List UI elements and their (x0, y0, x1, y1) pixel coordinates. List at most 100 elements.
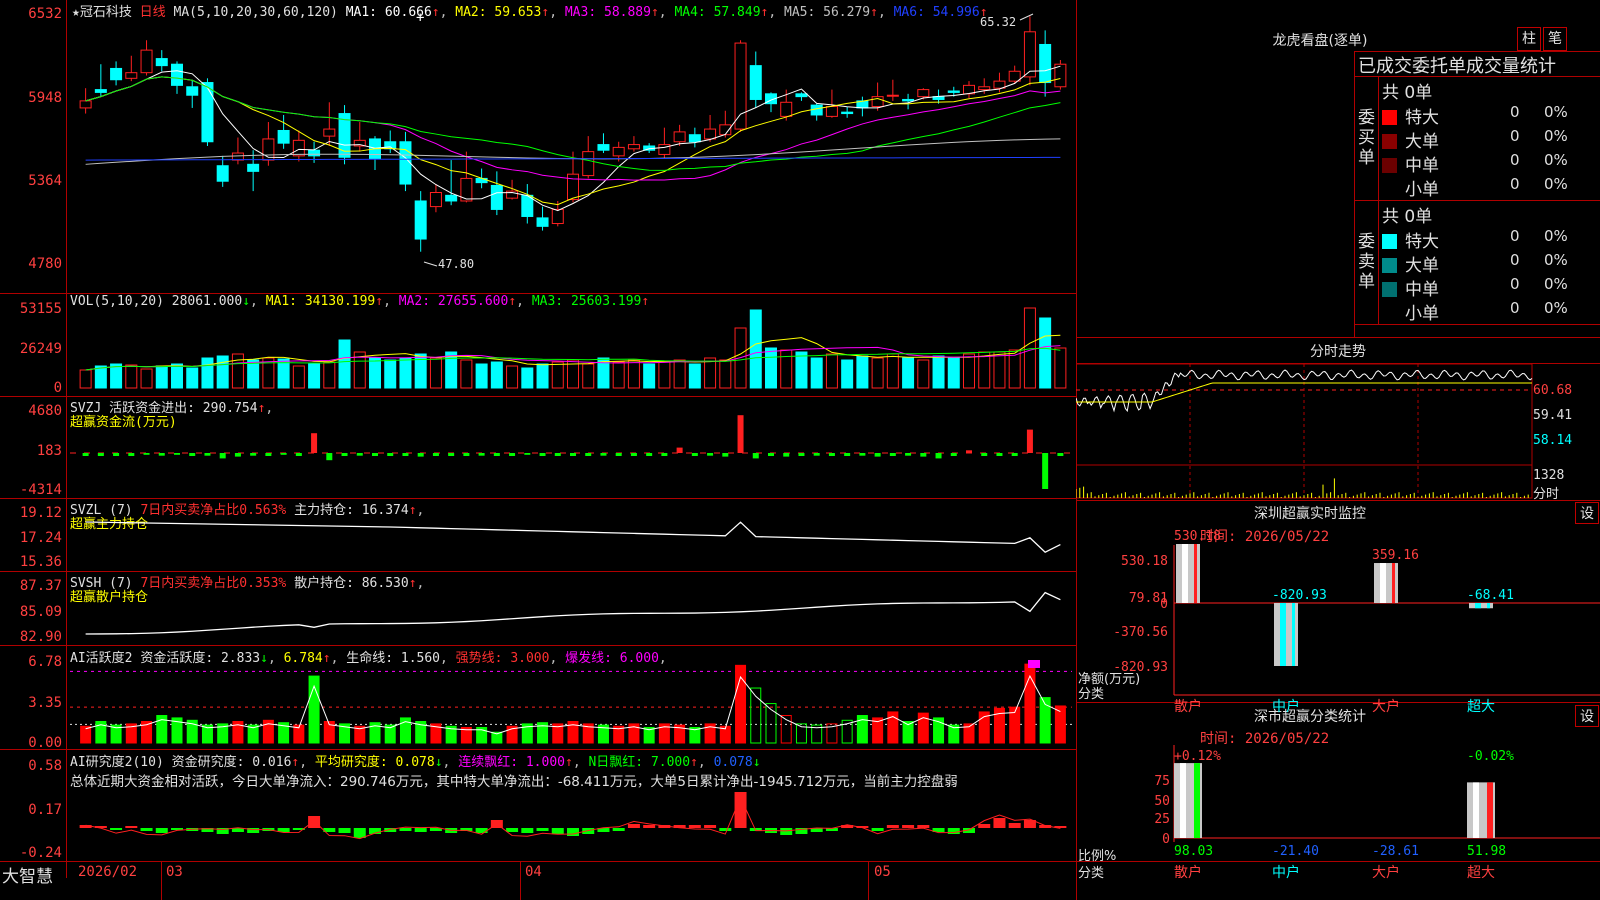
svzj-bar (174, 453, 180, 455)
svzj-bar (585, 453, 592, 456)
volume-bar (765, 347, 777, 389)
volume-bar (536, 363, 549, 389)
volume-bar (171, 363, 183, 389)
research-bar (506, 828, 519, 832)
brand-label: 大智慧 (2, 867, 53, 887)
svsh-line (85, 591, 1061, 635)
volume-bar (917, 359, 930, 389)
svzj-bar (600, 453, 607, 456)
volume-bar (673, 359, 686, 389)
volume-bar (247, 359, 260, 389)
research-bar (110, 828, 123, 830)
candle-body (155, 58, 168, 67)
volume-bar (277, 358, 290, 389)
candle-body (429, 192, 442, 208)
candle-body (1008, 70, 1021, 82)
svzj-bar (920, 453, 927, 457)
monitor-ytick: -820.93 (1113, 660, 1168, 675)
volume-bar (886, 353, 899, 389)
classify-category: 超大 (1467, 865, 1495, 881)
max-arrow (1019, 13, 1034, 21)
volume-bar (947, 357, 960, 389)
research-bar (688, 825, 701, 828)
volume-bar (993, 351, 1006, 389)
svzl-line (85, 521, 1061, 553)
classify-ytick: 75 (1154, 774, 1170, 789)
volume-bar (292, 365, 305, 389)
monitor-ytick: -370.56 (1113, 625, 1168, 640)
svzj-bar (250, 453, 257, 456)
volume-bar (323, 361, 336, 389)
svzj-bar (234, 453, 241, 457)
svzj-bar (950, 453, 957, 456)
monitor-bar-highlight (1280, 603, 1286, 666)
research-bar (567, 828, 579, 836)
svzj-bar (554, 453, 561, 456)
svzj-bar (935, 453, 942, 459)
svzj-bar (752, 453, 759, 459)
volume-bar (399, 357, 412, 389)
research-bar (353, 828, 366, 838)
svzj-bar (265, 453, 272, 456)
monitor-category: 大户 (1372, 698, 1400, 715)
svzj-bar (204, 453, 211, 456)
svzj-bar (615, 453, 622, 456)
volume-bar (79, 369, 92, 389)
research-bar (308, 816, 321, 828)
volume-bar (384, 359, 397, 389)
candle-body (414, 200, 427, 240)
volume-bar (643, 363, 656, 389)
candle-body (399, 141, 412, 185)
burst-marker (1028, 660, 1040, 668)
svzj-bar (113, 453, 120, 456)
candle-body (917, 89, 930, 98)
volume-bar (810, 357, 823, 389)
candle-body (551, 208, 564, 225)
volume-bar (719, 359, 732, 389)
monitor-bar-edge (1194, 544, 1197, 603)
svzj-bar (356, 453, 363, 456)
candle-body (749, 65, 762, 100)
svzj-bar (509, 453, 516, 456)
svzj-bar (432, 453, 439, 456)
classify-category: 散户 (1174, 864, 1202, 881)
volume-bar (780, 349, 793, 389)
candle-body (1039, 43, 1052, 84)
candle-body (536, 217, 549, 227)
research-bar (551, 828, 564, 834)
monitor-category: 中户 (1272, 698, 1300, 715)
volume-bar (871, 357, 884, 389)
date-label-may: 05 (874, 864, 891, 880)
research-bar (917, 825, 930, 828)
volume-bar (338, 339, 351, 389)
volume-bar (155, 365, 168, 389)
classify-value-label: -21.40 (1272, 844, 1319, 859)
date-label-mar: 03 (166, 864, 183, 880)
research-bar (704, 825, 717, 828)
classify-bar-edge (1194, 763, 1200, 838)
svzj-bar (219, 453, 226, 459)
volume-bar (795, 351, 808, 389)
volume-bar (841, 359, 854, 389)
classify-change-label: +0.12% (1174, 749, 1221, 764)
research-bar (902, 825, 915, 828)
research-bar (521, 828, 534, 833)
candle-body (825, 106, 838, 117)
research-bar (978, 824, 991, 828)
classify-bar-edge (1487, 782, 1493, 838)
svzj-bar (707, 453, 714, 456)
volume-bar (186, 367, 199, 389)
candle-body (673, 131, 686, 143)
min-price-label: 47.80 (438, 257, 474, 271)
svzj-bar (478, 453, 485, 456)
svzj-bar (82, 453, 89, 456)
volume-bar (201, 357, 214, 389)
volume-bar (856, 355, 869, 389)
svzj-bar (189, 453, 196, 456)
monitor-bar-highlight (1475, 603, 1481, 609)
candle-body (308, 149, 321, 157)
classify-value-label: -28.61 (1372, 844, 1419, 859)
svzj-bar (280, 453, 287, 455)
kline-chart[interactable]: 65.32 47.80 + (0, 0, 1076, 862)
monitor-value-label: 530.18 (1174, 529, 1221, 544)
